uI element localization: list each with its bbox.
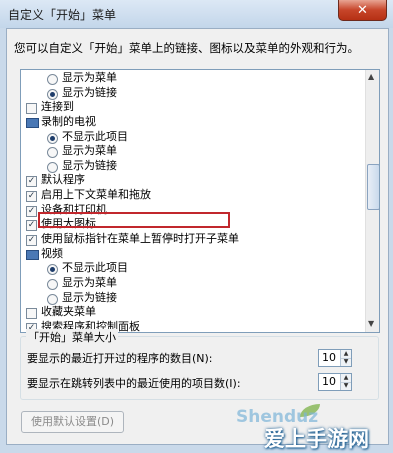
option-label: 使用鼠标指针在菜单上暂停时打开子菜单	[41, 232, 239, 246]
option-label: 不显示此项目	[62, 129, 128, 143]
option-recorded-tv[interactable]: 录制的电视	[21, 115, 365, 130]
option-favorites-menu[interactable]: 收藏夹菜单	[21, 305, 365, 320]
checkbox-checked-icon[interactable]: ✓	[26, 191, 37, 203]
checkbox-checked-icon[interactable]: ✓	[26, 176, 37, 188]
option-label: 显示为链接	[62, 158, 117, 172]
dialog-content: 您可以自定义「开始」菜单上的链接、图标以及菜单的外观和行为。 显示为菜单 显示为链…	[6, 28, 389, 445]
option-label: 显示为菜单	[62, 275, 117, 289]
recent-programs-stepper[interactable]: 10 ▲ ▼	[318, 349, 352, 367]
option-label: 使用大图标	[41, 217, 96, 231]
option-label: 不显示此项目	[62, 261, 128, 275]
radio-selected-icon[interactable]	[47, 88, 58, 100]
jump-list-stepper[interactable]: 10 ▲ ▼	[318, 373, 352, 391]
radio-show-as-link[interactable]: 显示为链接	[21, 86, 365, 101]
option-label: 收藏夹菜单	[41, 305, 96, 319]
close-icon: ✕	[357, 2, 368, 18]
tv-icon[interactable]	[26, 117, 39, 128]
option-large-icons[interactable]: ✓ 使用大图标	[21, 217, 365, 232]
option-label: 设备和打印机	[41, 202, 107, 216]
option-label: 显示为菜单	[62, 144, 117, 158]
checkbox-unchecked-icon[interactable]	[26, 308, 37, 320]
checkbox-unchecked-icon[interactable]	[26, 103, 37, 115]
checkbox-checked-icon[interactable]: ✓	[26, 205, 37, 217]
spin-down-icon[interactable]: ▼	[341, 382, 351, 390]
option-videos[interactable]: 视频	[21, 247, 365, 262]
options-list[interactable]: 显示为菜单 显示为链接 连接到 录制的电视 不显示此项目 显示为菜单 显示为链接 ✓ 默认程序 ✓…	[20, 69, 380, 333]
option-label: 显示为链接	[62, 85, 117, 99]
radio-dot	[50, 91, 55, 97]
spin-buttons[interactable]: ▲ ▼	[340, 350, 351, 366]
use-default-button[interactable]: 使用默认设置(D)	[21, 411, 124, 433]
scroll-up-icon[interactable]: ▲	[368, 72, 374, 81]
radio-do-not-show[interactable]: 不显示此项目	[21, 261, 365, 276]
radio-selected-icon[interactable]	[47, 132, 58, 144]
options-scrollbar[interactable]: ▲ ▼	[365, 70, 379, 332]
recent-programs-label: 要显示的最近打开过的程序的数目(N):	[27, 352, 213, 365]
option-label: 录制的电视	[41, 114, 96, 128]
radio-unselected-icon[interactable]	[47, 293, 58, 305]
scroll-down-icon[interactable]: ▼	[368, 319, 374, 328]
radio-selected-icon[interactable]	[47, 264, 58, 276]
radio-unselected-icon[interactable]	[47, 278, 58, 290]
close-button[interactable]: ✕	[338, 0, 387, 21]
start-menu-size-group: 「开始」菜单大小 要显示的最近打开过的程序的数目(N): 10 ▲ ▼ 要显示在…	[20, 329, 379, 400]
spin-down-icon[interactable]: ▼	[341, 358, 351, 366]
option-open-submenus-on-hover[interactable]: ✓ 使用鼠标指针在菜单上暂停时打开子菜单	[21, 232, 365, 247]
jump-list-value[interactable]: 10	[322, 375, 336, 388]
jump-list-label: 要显示在跳转列表中的最近使用的项目数(I):	[27, 377, 241, 390]
option-context-menus-drag-drop[interactable]: ✓ 启用上下文菜单和拖放	[21, 188, 365, 203]
option-label: 视频	[41, 246, 63, 260]
radio-show-as-menu[interactable]: 显示为菜单	[21, 144, 365, 159]
option-label: 默认程序	[41, 173, 85, 187]
option-label: 连接到	[41, 100, 74, 114]
radio-unselected-icon[interactable]	[47, 161, 58, 173]
option-devices-printers[interactable]: ✓ 设备和打印机	[21, 203, 365, 218]
option-default-programs[interactable]: ✓ 默认程序	[21, 173, 365, 188]
option-connect-to[interactable]: 连接到	[21, 100, 365, 115]
option-label: 启用上下文菜单和拖放	[41, 188, 151, 202]
option-label: 显示为菜单	[62, 71, 117, 84]
window-title: 自定义「开始」菜单	[8, 8, 117, 22]
radio-show-as-link[interactable]: 显示为链接	[21, 291, 365, 306]
radio-unselected-icon[interactable]	[47, 147, 58, 159]
group-title: 「开始」菜单大小	[26, 329, 118, 345]
radio-do-not-show[interactable]: 不显示此项目	[21, 130, 365, 145]
title-bar: 自定义「开始」菜单 ✕	[0, 0, 393, 28]
option-label: 显示为链接	[62, 290, 117, 304]
radio-dot	[50, 267, 55, 273]
radio-show-as-menu[interactable]: 显示为菜单	[21, 71, 365, 86]
watermark-logo: Shenduz 爱上手游网	[232, 394, 393, 451]
options-list-items: 显示为菜单 显示为链接 连接到 录制的电视 不显示此项目 显示为菜单 显示为链接 ✓ 默认程序 ✓…	[21, 71, 365, 332]
recent-programs-value[interactable]: 10	[322, 351, 336, 364]
radio-show-as-menu[interactable]: 显示为菜单	[21, 276, 365, 291]
checkbox-checked-icon[interactable]: ✓	[26, 220, 37, 232]
spin-buttons[interactable]: ▲ ▼	[340, 374, 351, 390]
intro-text: 您可以自定义「开始」菜单上的链接、图标以及菜单的外观和行为。	[14, 41, 359, 55]
video-icon[interactable]	[26, 249, 39, 260]
checkbox-checked-icon[interactable]: ✓	[26, 235, 37, 247]
radio-unselected-icon[interactable]	[47, 74, 58, 85]
radio-show-as-link[interactable]: 显示为链接	[21, 159, 365, 174]
scrollbar-thumb[interactable]	[367, 164, 379, 210]
radio-dot	[50, 135, 55, 141]
